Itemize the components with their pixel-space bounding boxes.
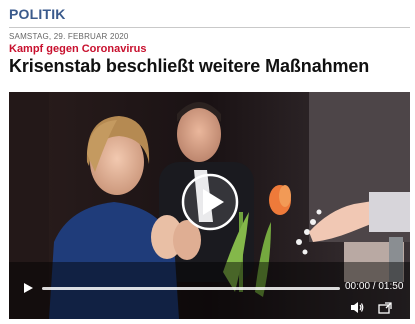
- article-kicker[interactable]: Kampf gegen Coronavirus: [9, 43, 147, 55]
- video-controls: 00:00 / 01:50: [9, 275, 410, 319]
- big-play-icon[interactable]: [180, 172, 240, 232]
- duration: 01:50: [378, 281, 404, 292]
- section-divider: [9, 27, 410, 28]
- section-label[interactable]: POLITIK: [9, 6, 66, 22]
- play-icon[interactable]: [21, 281, 35, 295]
- time-display: 00:00 / 01:50: [345, 281, 403, 292]
- article-headline[interactable]: Krisenstab beschließt weitere Maßnahmen: [9, 56, 369, 77]
- current-time: 00:00: [345, 281, 371, 292]
- volume-icon[interactable]: [350, 301, 364, 314]
- progress-track[interactable]: [42, 287, 340, 290]
- fullscreen-icon[interactable]: [378, 302, 392, 314]
- video-player[interactable]: 00:00 / 01:50: [9, 92, 410, 319]
- article-date: SAMSTAG, 29. FEBRUAR 2020: [9, 32, 129, 41]
